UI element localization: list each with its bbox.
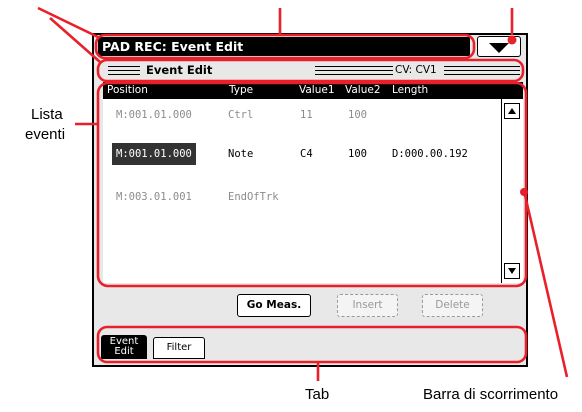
header-decoration	[315, 66, 393, 75]
scroll-down-icon	[508, 268, 516, 274]
event-row-selected[interactable]: M:001.01.000 Note C4 100 D:000.00.192	[103, 143, 501, 165]
go-meas-button[interactable]: Go Meas.	[237, 294, 311, 317]
scrollbar[interactable]	[501, 99, 523, 283]
event-type: Ctrl	[228, 109, 254, 121]
event-position: M:001.01.000	[116, 109, 192, 121]
tab-event-edit-line2: Edit	[114, 346, 134, 357]
window-title: PAD REC: Event Edit	[98, 37, 470, 56]
event-value1: 11	[300, 109, 313, 121]
page-title: Event Edit	[146, 63, 213, 77]
column-header-value2: Value2	[345, 84, 381, 96]
scroll-down-button[interactable]	[504, 263, 520, 279]
header-decoration	[108, 66, 140, 75]
event-row[interactable]: M:003.01.001 EndOfTrk	[103, 186, 501, 208]
callout-scrollbar: Barra di scorrimento	[423, 386, 559, 403]
event-position: M:003.01.001	[116, 191, 192, 203]
page-menu-icon	[489, 43, 509, 53]
event-list[interactable]: M:001.01.000 Ctrl 11 100 M:001.01.000 No…	[103, 99, 501, 283]
delete-button[interactable]: Delete	[422, 294, 483, 317]
event-value2: 100	[348, 109, 367, 121]
insert-button[interactable]: Insert	[337, 294, 398, 317]
page-menu-button[interactable]	[477, 36, 521, 57]
callout-tab: Tab	[305, 386, 330, 403]
event-position: M:001.01.000	[112, 143, 196, 165]
cv-label: CV: CV1	[395, 64, 437, 76]
header-decoration	[444, 66, 520, 75]
page-header: Event Edit CV: CV1	[104, 62, 522, 79]
callout-event-list-line2: eventi	[25, 126, 66, 143]
event-value1: C4	[300, 148, 313, 160]
event-row[interactable]: M:001.01.000 Ctrl 11 100	[103, 104, 501, 126]
tab-event-edit[interactable]: Event Edit	[101, 335, 147, 359]
column-header-type: Type	[229, 84, 254, 96]
scroll-up-button[interactable]	[504, 103, 520, 119]
event-type: EndOfTrk	[228, 191, 279, 203]
leader-line	[523, 194, 569, 378]
event-type: Note	[228, 148, 254, 160]
event-length: D:000.00.192	[392, 148, 468, 160]
column-header-position: Position	[107, 84, 148, 96]
callout-event-list-line1: Lista	[31, 106, 63, 123]
scroll-up-icon	[508, 108, 516, 114]
column-header-length: Length	[392, 84, 429, 96]
column-header-value1: Value1	[299, 84, 335, 96]
tab-filter[interactable]: Filter	[153, 337, 205, 359]
column-headers: Position Type Value1 Value2 Length	[103, 82, 523, 99]
leader-line	[37, 6, 99, 39]
event-value2: 100	[348, 148, 367, 160]
